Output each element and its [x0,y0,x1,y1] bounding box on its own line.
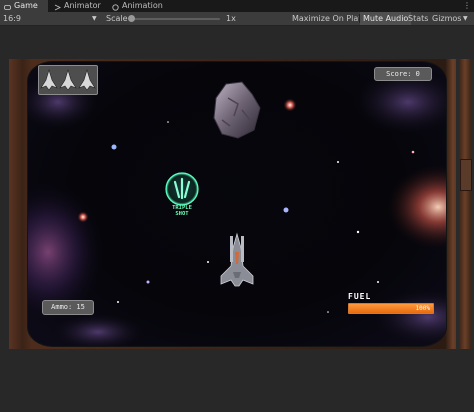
maximize-on-play-button[interactable]: Maximize On Play [289,12,366,25]
game-render-frame[interactable]: TRIPLE SHOT Score: 0 Ammo: 15 FUEL 100% [9,59,465,349]
asteroid-sprite [213,81,261,139]
fuel-percent: 100% [415,305,430,312]
ammo-display: Ammo: 15 [42,300,94,315]
scale-slider-handle[interactable] [128,15,135,22]
tab-options-menu-icon[interactable]: ⋮ [463,1,471,11]
scale-label: Scale [106,14,128,23]
tab-animator[interactable]: Animator [50,0,106,12]
aspect-ratio-dropdown[interactable]: 16:9 [3,12,21,25]
powerup-label-line2: SHOT [175,211,189,217]
gamepad-icon [4,3,11,10]
player-spaceship [220,232,254,287]
game-view-toolbar: 16:9 ▼ Scale 1x Maximize On Play Mute Au… [0,12,474,26]
lives-indicator [38,65,98,95]
animator-icon [54,3,62,10]
mute-audio-button[interactable]: Mute Audio [360,12,412,25]
score-display: Score: 0 [374,67,432,81]
tab-animation-label: Animation [122,1,163,10]
scale-value: 1x [226,14,236,23]
tab-game[interactable]: Game [0,0,48,12]
right-panel-edge [456,59,474,349]
powerup-label: TRIPLE SHOT [160,205,204,217]
gizmos-dropdown-icon[interactable]: ▼ [463,12,468,25]
stats-button[interactable]: Stats [405,12,431,25]
fuel-label: FUEL [348,292,372,301]
triple-shot-powerup-icon [165,172,199,206]
fuel-bar: 100% [348,303,434,314]
gizmos-button[interactable]: Gizmos [429,12,464,25]
game-screen[interactable]: TRIPLE SHOT Score: 0 Ammo: 15 FUEL 100% [27,61,447,347]
scale-slider-track[interactable] [130,18,220,20]
tab-game-label: Game [14,1,38,10]
lives-ships-icon [40,68,96,91]
tab-animation[interactable]: Animation [108,0,170,12]
tab-animator-label: Animator [64,1,101,10]
animation-icon [112,3,119,11]
chevron-down-icon[interactable]: ▼ [92,12,97,25]
